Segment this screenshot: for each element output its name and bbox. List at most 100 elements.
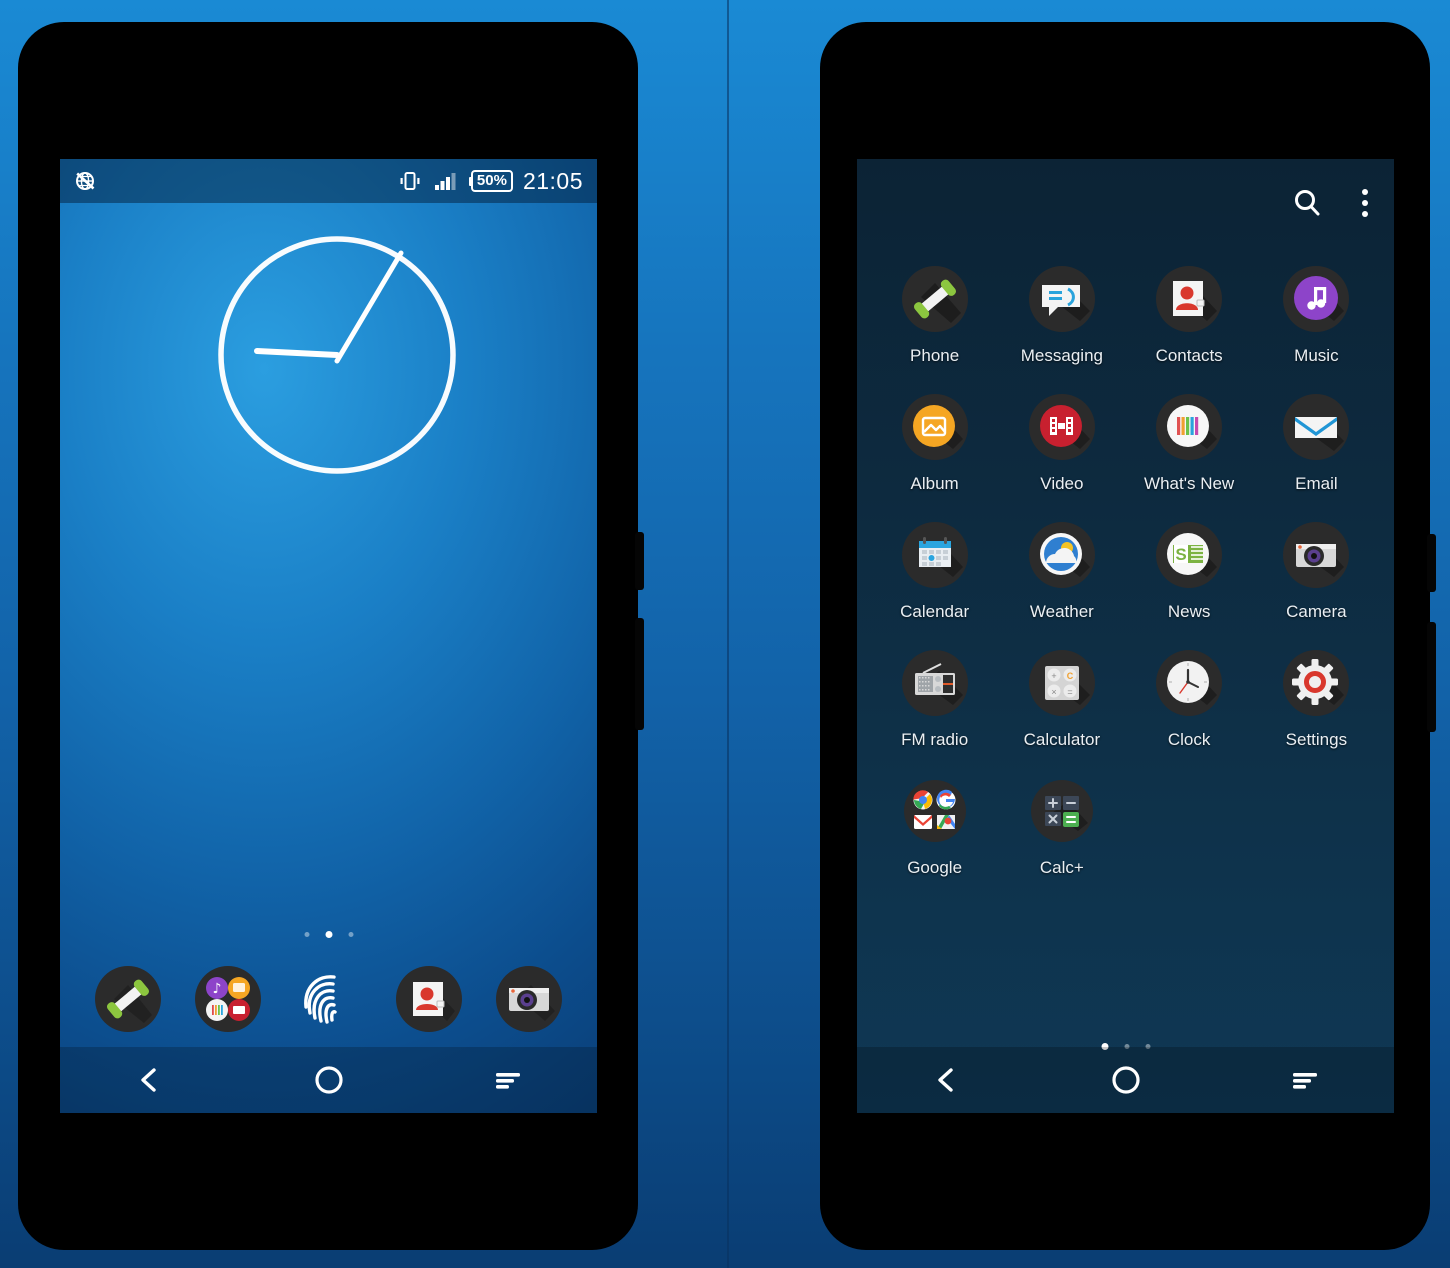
battery-percent-label: 50%	[476, 172, 507, 189]
svg-text:♪: ♪	[213, 981, 222, 997]
app-item-music[interactable]: Music	[1253, 259, 1380, 365]
app-label: Calc+	[1039, 858, 1084, 877]
calculator-keys-icon: + C × =	[1022, 643, 1102, 723]
app-item-album[interactable]: Album	[871, 387, 998, 493]
power-button-left[interactable]	[635, 532, 644, 590]
home-circle-icon	[314, 1066, 343, 1094]
radio-icon	[895, 643, 975, 723]
folder-icon: ♪	[195, 966, 262, 1032]
nav-home[interactable]	[301, 1057, 357, 1103]
photo-icon	[895, 387, 975, 467]
svg-text:×: ×	[1051, 687, 1056, 697]
app-label: Messaging	[1020, 346, 1103, 365]
app-item-calendar[interactable]: Calendar	[871, 515, 998, 621]
calc-plus-icon	[1022, 771, 1102, 851]
app-label: Album	[910, 474, 959, 493]
app-label: Clock	[1167, 730, 1211, 749]
app-item-whats-new[interactable]: What's New	[1126, 387, 1253, 493]
svg-text:S: S	[1175, 545, 1186, 564]
news-s-icon: S	[1149, 515, 1229, 595]
nav-back[interactable]	[919, 1057, 975, 1103]
dock-media-folder[interactable]: ♪	[192, 963, 264, 1035]
no-internet-globe-icon	[76, 172, 95, 190]
app-item-calc-plus[interactable]: Calc+	[998, 771, 1125, 877]
dock-contacts[interactable]	[393, 963, 465, 1035]
app-item-calculator[interactable]: + C × = Calculator	[998, 643, 1125, 749]
fingerprint-icon	[304, 975, 338, 1024]
power-button-right[interactable]	[1427, 534, 1436, 592]
app-label: Calculator	[1023, 730, 1101, 749]
panel-divider	[727, 0, 729, 1268]
home-screen: 50% 21:05 ♪	[60, 159, 597, 1113]
app-item-video[interactable]: Video	[998, 387, 1125, 493]
nav-recents[interactable]	[480, 1057, 536, 1103]
nav-recents[interactable]	[1277, 1057, 1333, 1103]
dock-camera[interactable]	[493, 963, 565, 1035]
analog-clock-widget[interactable]	[213, 231, 461, 479]
app-item-phone[interactable]: Phone	[871, 259, 998, 365]
drawer-search-button[interactable]	[1290, 186, 1324, 220]
status-bar-clock: 21:05	[522, 167, 583, 194]
message-bubble-icon	[1022, 259, 1102, 339]
camera-icon	[1276, 515, 1356, 595]
app-label: What's New	[1144, 474, 1235, 493]
app-label: News	[1167, 602, 1211, 621]
vibrate-icon	[400, 172, 420, 190]
app-drawer-header	[1290, 185, 1376, 221]
app-item-messaging[interactable]: Messaging	[998, 259, 1125, 365]
kebab-menu-icon	[1362, 189, 1368, 195]
contacts-card-icon	[1149, 259, 1229, 339]
app-label: Calendar	[900, 602, 970, 621]
volume-button-right[interactable]	[1427, 622, 1436, 732]
app-label: Weather	[1029, 602, 1094, 621]
dock-phone[interactable]	[92, 963, 164, 1035]
page-dot[interactable]	[304, 932, 309, 937]
phone-device-right: Phone Messaging Contacts Music Album Vid…	[820, 22, 1436, 1250]
analog-clock-icon	[1149, 643, 1229, 723]
nav-back[interactable]	[122, 1057, 178, 1103]
phone-handset-icon	[895, 259, 975, 339]
nav-home[interactable]	[1098, 1057, 1154, 1103]
app-item-contacts[interactable]: Contacts	[1126, 259, 1253, 365]
drawer-overflow-button[interactable]	[1354, 185, 1376, 221]
film-strip-icon	[1022, 387, 1102, 467]
svg-text:C: C	[1067, 671, 1074, 681]
kebab-menu-icon	[1362, 211, 1368, 217]
dock-app-drawer[interactable]	[292, 963, 364, 1035]
app-label: FM radio	[901, 730, 969, 749]
app-label: Google	[907, 858, 963, 877]
app-item-google[interactable]: Google	[871, 771, 998, 877]
dock: ♪	[60, 963, 597, 1035]
app-item-clock[interactable]: Clock	[1126, 643, 1253, 749]
calendar-icon	[895, 515, 975, 595]
app-label: Video	[1040, 474, 1084, 493]
recents-lines-icon	[1292, 1073, 1317, 1089]
back-chevron-icon	[140, 1068, 156, 1092]
home-page-indicator	[304, 931, 353, 938]
page-dot[interactable]	[348, 932, 353, 937]
back-chevron-icon	[937, 1068, 953, 1092]
app-item-news[interactable]: S News	[1126, 515, 1253, 621]
app-grid: Phone Messaging Contacts Music Album Vid…	[857, 259, 1394, 877]
app-item-weather[interactable]: Weather	[998, 515, 1125, 621]
app-item-fm-radio[interactable]: FM radio	[871, 643, 998, 749]
page-dot-active[interactable]	[325, 931, 332, 938]
phone-handset-icon	[95, 966, 162, 1032]
status-bar: 50% 21:05	[60, 159, 597, 203]
svg-text:+: +	[1051, 671, 1056, 681]
kebab-menu-icon	[1362, 200, 1368, 206]
app-label: Contacts	[1155, 346, 1223, 365]
svg-text:=: =	[1067, 687, 1072, 697]
app-item-email[interactable]: Email	[1253, 387, 1380, 493]
search-icon	[1295, 190, 1320, 216]
navigation-bar	[60, 1047, 597, 1113]
home-circle-icon	[1111, 1066, 1140, 1094]
app-drawer-screen: Phone Messaging Contacts Music Album Vid…	[857, 159, 1394, 1113]
contacts-card-icon	[395, 966, 462, 1032]
music-note-icon	[1276, 259, 1356, 339]
app-item-settings[interactable]: Settings	[1253, 643, 1380, 749]
volume-button-left[interactable]	[635, 618, 644, 730]
app-label: Email	[1295, 474, 1338, 493]
navigation-bar	[857, 1047, 1394, 1113]
app-item-camera[interactable]: Camera	[1253, 515, 1380, 621]
